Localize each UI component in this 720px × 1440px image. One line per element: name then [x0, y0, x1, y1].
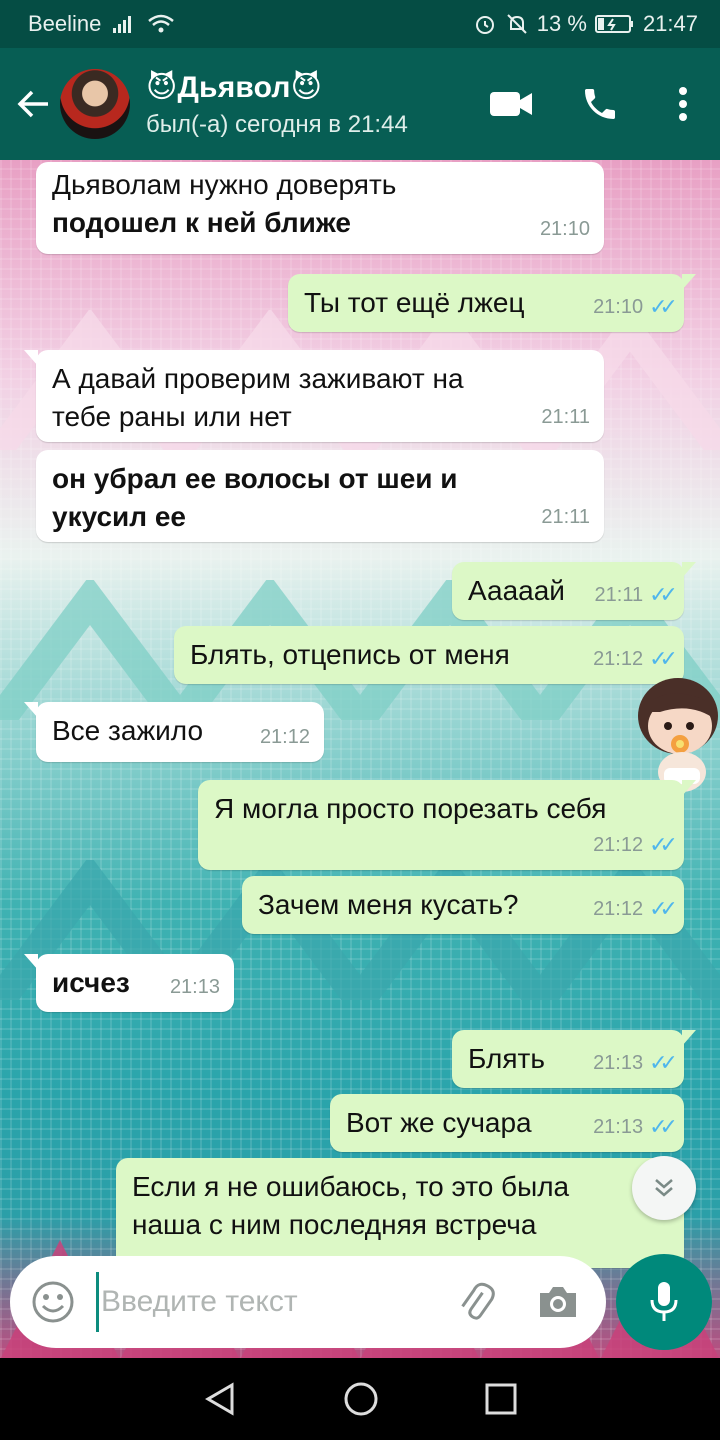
- message-input[interactable]: Введите текст: [96, 1272, 446, 1332]
- phone-icon: [585, 89, 615, 119]
- status-bar: Beeline 13 % 21:47: [0, 0, 720, 48]
- avatar[interactable]: [60, 69, 130, 139]
- message-outgoing[interactable]: Я могла просто порезать себя 21:12 ✓✓: [198, 780, 696, 870]
- wifi-icon: [147, 13, 175, 35]
- message-incoming[interactable]: исчез 21:13: [24, 954, 234, 1012]
- sticker-image[interactable]: [620, 668, 720, 796]
- contact-name: 😈Дьявол😈: [146, 70, 323, 104]
- read-ticks-icon: ✓✓: [649, 1114, 678, 1139]
- message-time: 21:12: [593, 898, 644, 920]
- back-button[interactable]: [2, 48, 66, 160]
- video-call-icon: [490, 92, 532, 116]
- system-nav-bar: [0, 1358, 720, 1440]
- message-text: тебе раны или нет: [52, 401, 292, 432]
- nav-recents-icon[interactable]: [484, 1382, 518, 1416]
- last-seen: был(-а) сегодня в 21:44: [146, 110, 408, 138]
- nav-back-icon[interactable]: [202, 1381, 238, 1417]
- clock: 21:47: [642, 11, 698, 36]
- read-ticks-icon: ✓✓: [649, 1050, 678, 1075]
- camera-button[interactable]: [528, 1272, 588, 1332]
- message-outgoing[interactable]: Блять 21:13 ✓✓: [452, 1030, 696, 1088]
- back-arrow-icon: [17, 90, 48, 118]
- message-outgoing[interactable]: Зачем меня кусать? 21:12 ✓✓: [242, 876, 684, 934]
- message-time: 21:10: [593, 296, 644, 318]
- chat-header: 😈Дьявол😈 был(-а) сегодня в 21:44: [0, 48, 720, 160]
- message-incoming[interactable]: Дьяволам нужно доверять подошел к ней бл…: [36, 162, 604, 254]
- message-outgoing[interactable]: Если я не ошибаюсь, то это была наша с н…: [116, 1158, 684, 1268]
- mute-icon: [505, 12, 529, 36]
- video-call-button[interactable]: [468, 48, 554, 160]
- message-time: 21:10: [539, 218, 590, 240]
- message-incoming[interactable]: А давай проверим заживают на тебе раны и…: [24, 350, 604, 442]
- read-ticks-icon: ✓✓: [649, 582, 678, 607]
- message-text: Дьяволам нужно доверять: [52, 169, 397, 200]
- signal-icon: [111, 14, 137, 34]
- more-options-button[interactable]: [646, 48, 720, 160]
- message-text: Я могла просто порезать себя: [214, 793, 607, 824]
- contact-info[interactable]: 😈Дьявол😈 был(-а) сегодня в 21:44: [146, 70, 408, 139]
- message-outgoing[interactable]: Ааааай 21:11 ✓✓: [452, 562, 696, 620]
- read-ticks-icon: ✓✓: [649, 294, 678, 319]
- read-ticks-icon: ✓✓: [649, 896, 678, 921]
- message-time: 21:11: [541, 406, 590, 428]
- scroll-down-icon: [655, 1179, 673, 1197]
- carrier-name: Beeline: [28, 11, 102, 36]
- message-text: наша с ним последняя встреча: [132, 1209, 537, 1240]
- attach-button[interactable]: [446, 1272, 506, 1332]
- message-outgoing[interactable]: Блять, отцепись от меня 21:12 ✓✓: [174, 626, 684, 684]
- emoji-button[interactable]: [28, 1277, 78, 1327]
- emoji-icon: [32, 1281, 74, 1323]
- message-time: 21:12: [593, 834, 644, 856]
- message-time: 21:11: [594, 584, 644, 606]
- message-time: 21:11: [541, 506, 590, 528]
- attach-icon: [461, 1282, 495, 1320]
- read-ticks-icon: ✓✓: [649, 832, 678, 857]
- message-time: 21:13: [593, 1052, 644, 1074]
- voice-message-button[interactable]: [616, 1254, 712, 1350]
- nav-home-icon[interactable]: [343, 1381, 379, 1417]
- scroll-to-bottom-button[interactable]: [632, 1156, 696, 1220]
- message-time: 21:13: [169, 976, 220, 998]
- chat-area[interactable]: Дьяволам нужно доверять подошел к ней бл…: [0, 160, 720, 1360]
- message-input-placeholder: Введите текст: [101, 1285, 298, 1318]
- mic-icon: [650, 1282, 678, 1321]
- battery-icon: [594, 13, 635, 35]
- alarm-icon: [473, 12, 497, 36]
- message-time: 21:12: [259, 726, 310, 748]
- message-text: подошел к ней ближе: [52, 207, 351, 238]
- message-text: укусил ее: [52, 501, 186, 532]
- battery-percent: 13 %: [536, 11, 587, 36]
- message-composer: Введите текст: [10, 1256, 606, 1348]
- message-incoming[interactable]: Все зажило 21:12: [24, 702, 324, 762]
- message-text: А давай проверим заживают на: [52, 363, 464, 394]
- message-outgoing[interactable]: Ты тот ещё лжец 21:10 ✓✓: [288, 274, 696, 332]
- camera-icon: [540, 1287, 576, 1317]
- voice-call-button[interactable]: [554, 48, 646, 160]
- more-vert-icon: [679, 87, 687, 121]
- message-text: он убрал ее волосы от шеи и: [52, 463, 458, 494]
- message-time: 21:13: [593, 1116, 644, 1138]
- message-incoming[interactable]: он убрал ее волосы от шеи и укусил ее 21…: [36, 450, 604, 542]
- message-outgoing[interactable]: Вот же сучара 21:13 ✓✓: [330, 1094, 684, 1152]
- message-text: Если я не ошибаюсь, то это была: [132, 1171, 570, 1202]
